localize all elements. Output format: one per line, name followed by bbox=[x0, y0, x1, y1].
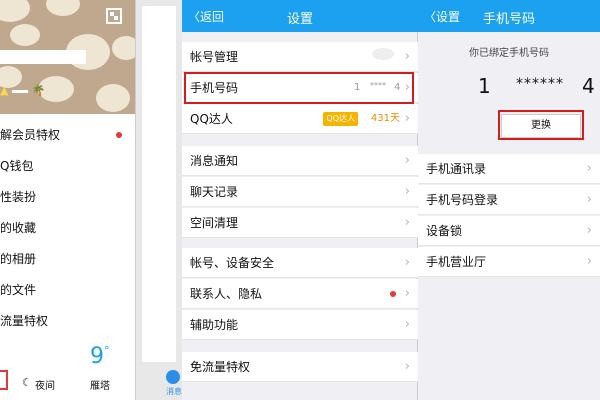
chevron-right-icon: › bbox=[404, 111, 410, 126]
drawer-bottom-bar: ☾ 夜间 雁塔 bbox=[0, 370, 135, 396]
chevron-right-icon: › bbox=[404, 286, 410, 301]
settings-item-account[interactable]: 帐号管理 › bbox=[182, 42, 418, 72]
chevron-right-icon: › bbox=[404, 184, 410, 199]
settings-item-accessibility[interactable]: 辅助功能 › bbox=[182, 310, 418, 340]
change-highlight-box bbox=[498, 110, 584, 140]
qq-expert-badge: QQ达人 bbox=[323, 112, 358, 126]
phone-header: 〈设置 手机号码 bbox=[418, 0, 600, 32]
phone-highlight-box bbox=[184, 72, 414, 104]
messages-tab-icon[interactable] bbox=[166, 370, 180, 384]
phone-number-start: 1 bbox=[478, 74, 491, 98]
avatar bbox=[372, 48, 394, 60]
background-screen: 消息 bbox=[136, 0, 182, 400]
palm-icon: 🌴 bbox=[31, 84, 46, 97]
background-content bbox=[142, 6, 176, 362]
moon-icon[interactable]: ☾ bbox=[22, 376, 32, 389]
chevron-right-icon: › bbox=[404, 215, 410, 230]
chevron-right-icon: › bbox=[404, 317, 410, 332]
profile-background: ▲ 🌴 bbox=[0, 0, 135, 114]
bound-notice: 你已绑定手机号码 bbox=[469, 48, 549, 59]
chevron-right-icon: › bbox=[586, 192, 592, 207]
settings-header: 〈返回 设置 bbox=[182, 0, 418, 32]
phone-item-login[interactable]: 手机号码登录 › bbox=[418, 185, 600, 215]
qq-expert-days: 431天 bbox=[370, 113, 400, 124]
chevron-right-icon: › bbox=[586, 161, 592, 176]
settings-item-notifications[interactable]: 消息通知 › bbox=[182, 146, 418, 176]
settings-item-cleanup[interactable]: 空间清理 › bbox=[182, 208, 418, 238]
weather-temp[interactable]: 9° bbox=[90, 344, 110, 369]
chevron-right-icon: › bbox=[586, 254, 592, 269]
vip-icons: ▲ 🌴 bbox=[0, 84, 46, 97]
drawer-item-favorites[interactable]: 的收藏 bbox=[0, 213, 135, 244]
drawer-item-wallet[interactable]: Q钱包 bbox=[0, 151, 135, 182]
settings-item-chat-history[interactable]: 聊天记录 › bbox=[182, 177, 418, 207]
chevron-right-icon: › bbox=[586, 223, 592, 238]
unread-dot bbox=[116, 132, 122, 138]
phone-number-mask: ****** bbox=[516, 76, 564, 92]
phone-item-hall[interactable]: 手机营业厅 › bbox=[418, 247, 600, 277]
side-drawer: ▲ 🌴 解会员特权 Q钱包 性装扮 的收藏 的相册 的文件 流量特权 9° ☾ … bbox=[0, 0, 136, 400]
drawer-menu: 解会员特权 Q钱包 性装扮 的收藏 的相册 的文件 流量特权 bbox=[0, 120, 135, 337]
phone-number-end: 4 bbox=[582, 74, 595, 98]
chevron-right-icon: › bbox=[404, 153, 410, 168]
drawer-item-decor[interactable]: 性装扮 bbox=[0, 182, 135, 213]
drawer-item-free-data[interactable]: 流量特权 bbox=[0, 306, 135, 337]
drawer-item-files[interactable]: 的文件 bbox=[0, 275, 135, 306]
nickname-redacted bbox=[0, 50, 86, 64]
settings-button-highlight[interactable] bbox=[0, 370, 8, 390]
settings-item-security[interactable]: 帐号、设备安全 › bbox=[182, 248, 418, 278]
settings-item-privacy[interactable]: 联系人、隐私 › bbox=[182, 279, 418, 309]
qr-code-icon[interactable] bbox=[106, 8, 122, 24]
chevron-right-icon: › bbox=[404, 255, 410, 270]
page-title: 手机号码 bbox=[482, 12, 535, 27]
settings-item-qq-expert[interactable]: QQ达人 QQ达人 431天 › bbox=[182, 104, 418, 134]
messages-tab-label[interactable]: 消息 bbox=[166, 386, 182, 397]
chevron-right-icon: › bbox=[404, 49, 410, 64]
night-mode-label[interactable]: 夜间 bbox=[35, 377, 55, 392]
page-title: 设置 bbox=[286, 12, 313, 27]
settings-item-free-data[interactable]: 免流量特权 › bbox=[182, 352, 418, 382]
chevron-right-icon: › bbox=[404, 359, 410, 374]
phone-number-screen: 〈设置 手机号码 你已绑定手机号码 1 ****** 4 更换 手机通讯录 › … bbox=[418, 0, 600, 400]
phone-item-device-lock[interactable]: 设备锁 › bbox=[418, 216, 600, 246]
weather-city[interactable]: 雁塔 bbox=[90, 377, 110, 392]
unread-dot bbox=[390, 291, 396, 297]
settings-screen: 〈返回 设置 帐号管理 › 手机号码 1 **** 4 › QQ达人 QQ达人 … bbox=[182, 0, 418, 400]
drawer-item-vip[interactable]: 解会员特权 bbox=[0, 120, 135, 151]
phone-item-contacts[interactable]: 手机通讯录 › bbox=[418, 154, 600, 184]
drawer-item-album[interactable]: 的相册 bbox=[0, 244, 135, 275]
